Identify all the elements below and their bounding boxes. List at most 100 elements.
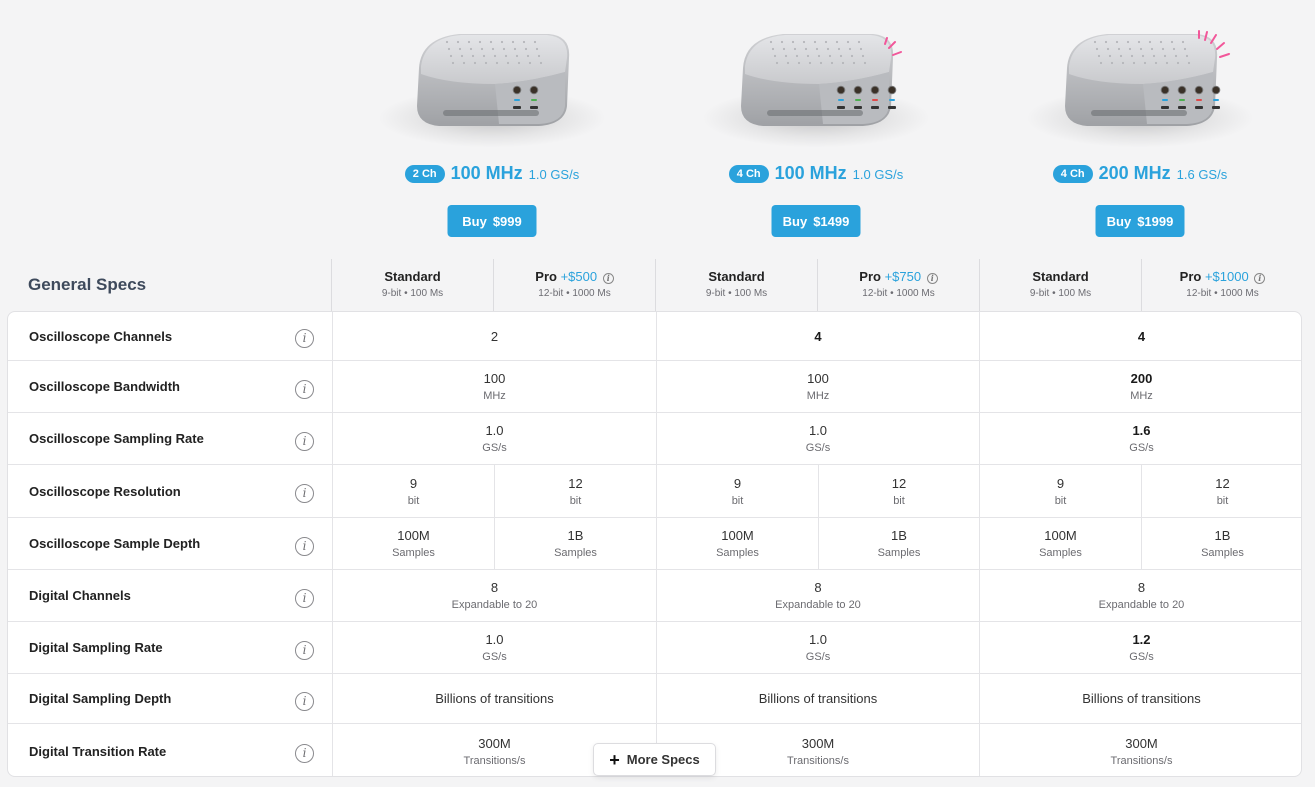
spec-cell: 300M Transitions/s — [979, 724, 1301, 776]
spec-value: 4 — [1137, 328, 1146, 344]
spec-cell: 1B Samples — [1141, 518, 1301, 569]
buy-button[interactable]: Buy $999 — [447, 205, 537, 237]
spec-unit: GS/s — [482, 651, 507, 663]
spec-cell: 100 MHz — [656, 361, 979, 412]
spec-value: 9 — [1056, 475, 1065, 491]
spec-value: 1.6 — [1132, 423, 1151, 438]
spec-cell: 1.0 GS/s — [332, 622, 656, 673]
spec-value: 1.0 — [485, 632, 504, 647]
spec-label: Digital Sampling Rate — [29, 640, 163, 655]
spec-unit: GS/s — [805, 651, 831, 663]
spec-value: 12 — [891, 475, 907, 491]
spec-cell: 8 Expandable to 20 — [656, 570, 979, 621]
plan-price: +$750 — [884, 269, 922, 284]
spec-value: 1B — [567, 528, 584, 543]
spec-cell: 1B Samples — [818, 518, 979, 569]
info-icon[interactable]: i — [295, 484, 314, 503]
plan-header-pro: Pro +$750 i 12-bit • 1000 Ms — [817, 259, 979, 311]
spec-cell: Billions of transitions — [979, 674, 1301, 723]
spec-cell: 9 bit — [656, 465, 818, 517]
spec-cell: 1.0 GS/s — [656, 413, 979, 464]
spec-cell: 12 bit — [494, 465, 656, 517]
device-image — [342, 0, 642, 150]
info-icon[interactable]: i — [295, 536, 314, 556]
sampling-label: 1.0 GS/s — [528, 167, 580, 182]
spec-value: 100M — [721, 528, 754, 543]
plan-description: 12-bit • 1000 Ms — [1186, 288, 1259, 299]
spec-unit: bit — [407, 494, 420, 507]
spec-unit: Transitions/s — [463, 754, 526, 767]
spec-unit: Samples — [392, 547, 435, 559]
plan-description: 9-bit • 100 Ms — [1029, 288, 1092, 299]
spec-value: Billions of transitions — [1082, 691, 1201, 706]
sampling-label: 1.6 GS/s — [1176, 167, 1228, 182]
spec-value: 8 — [490, 580, 499, 595]
spec-cell: 8 Expandable to 20 — [332, 570, 656, 621]
spec-unit: Samples — [1039, 547, 1082, 559]
spec-unit: Transitions/s — [787, 754, 849, 767]
spec-unit: Samples — [1201, 547, 1244, 559]
buy-price: $1999 — [1137, 213, 1174, 229]
spec-value: 200 — [1130, 371, 1153, 386]
spec-cell: 8 Expandable to 20 — [979, 570, 1301, 621]
info-icon[interactable]: i — [295, 379, 314, 399]
spec-table: Oscilloscope Channels i 2 4 4 Oscillosco… — [7, 311, 1302, 777]
info-icon[interactable]: i — [295, 691, 314, 711]
spec-cell: 4 — [979, 312, 1301, 360]
plan-name: Standard — [384, 269, 441, 284]
info-icon[interactable]: i — [295, 743, 314, 763]
bandwidth-label: 100 MHz — [450, 163, 523, 183]
spec-value: 100 — [483, 371, 506, 386]
buy-button[interactable]: Buy $1999 — [1095, 205, 1185, 237]
buy-label: Buy — [1106, 213, 1132, 229]
spec-cell: 100M Samples — [656, 518, 818, 569]
plan-header-standard: Standard 9-bit • 100 Ms — [655, 259, 817, 311]
spec-unit: Samples — [554, 547, 597, 559]
info-icon[interactable]: i — [926, 273, 938, 284]
plan-name: Pro — [859, 269, 881, 284]
spec-cell: 4 — [656, 312, 979, 360]
spec-cell: 12 bit — [818, 465, 979, 517]
spec-unit: MHz — [483, 390, 506, 402]
spec-row: Digital Sampling Rate i 1.0 GS/s 1.0 GS/… — [8, 622, 1301, 674]
spec-cell: 1.6 GS/s — [979, 413, 1301, 464]
spec-value: 100 — [807, 371, 829, 386]
channel-badge: 4 Ch — [1052, 165, 1093, 183]
spec-value: 100M — [397, 528, 430, 543]
spec-value: 12 — [1215, 475, 1230, 491]
spec-cell: 1B Samples — [494, 518, 656, 569]
spec-value: 300M — [801, 735, 835, 751]
info-icon[interactable]: i — [295, 588, 314, 608]
section-title: General Specs — [28, 275, 147, 294]
spec-row: Digital Channels i 8 Expandable to 20 8 … — [8, 570, 1301, 622]
spec-cell: 9 bit — [332, 465, 494, 517]
channel-badge: 4 Ch — [728, 165, 769, 183]
spec-unit: Samples — [716, 547, 759, 559]
buy-price: $1499 — [813, 213, 850, 229]
spec-value: 1.0 — [808, 423, 828, 438]
info-icon[interactable]: i — [1254, 273, 1266, 284]
info-icon[interactable]: i — [295, 329, 314, 348]
spec-value: Billions of transitions — [435, 691, 554, 706]
spec-unit: bit — [1054, 494, 1067, 507]
info-icon[interactable]: i — [602, 273, 614, 284]
spec-row: Oscilloscope Sampling Rate i 1.0 GS/s 1.… — [8, 413, 1301, 465]
spec-unit: MHz — [1130, 390, 1153, 402]
info-icon[interactable]: i — [295, 640, 314, 660]
spec-row: Oscilloscope Sample Depth i 100M Samples… — [8, 518, 1301, 570]
spec-unit: Expandable to 20 — [775, 599, 861, 611]
more-specs-button[interactable]: + More Specs — [593, 743, 716, 776]
device-image — [666, 0, 966, 150]
product-card: 4 Ch 200 MHz 1.6 GS/s Buy $1999 — [990, 0, 1290, 237]
buy-button[interactable]: Buy $1499 — [771, 205, 861, 237]
spec-cell: 2 — [332, 312, 656, 360]
spec-label: Oscilloscope Bandwidth — [29, 379, 180, 394]
bandwidth-label: 100 MHz — [774, 163, 847, 183]
spec-unit: Samples — [877, 547, 921, 559]
bandwidth-label: 200 MHz — [1098, 163, 1171, 183]
info-icon[interactable]: i — [295, 431, 314, 451]
spec-unit: bit — [569, 494, 582, 507]
spec-unit: MHz — [806, 390, 830, 402]
plan-header-pro: Pro +$1000 i 12-bit • 1000 Ms — [1141, 259, 1303, 311]
spec-value: 1B — [891, 528, 907, 543]
